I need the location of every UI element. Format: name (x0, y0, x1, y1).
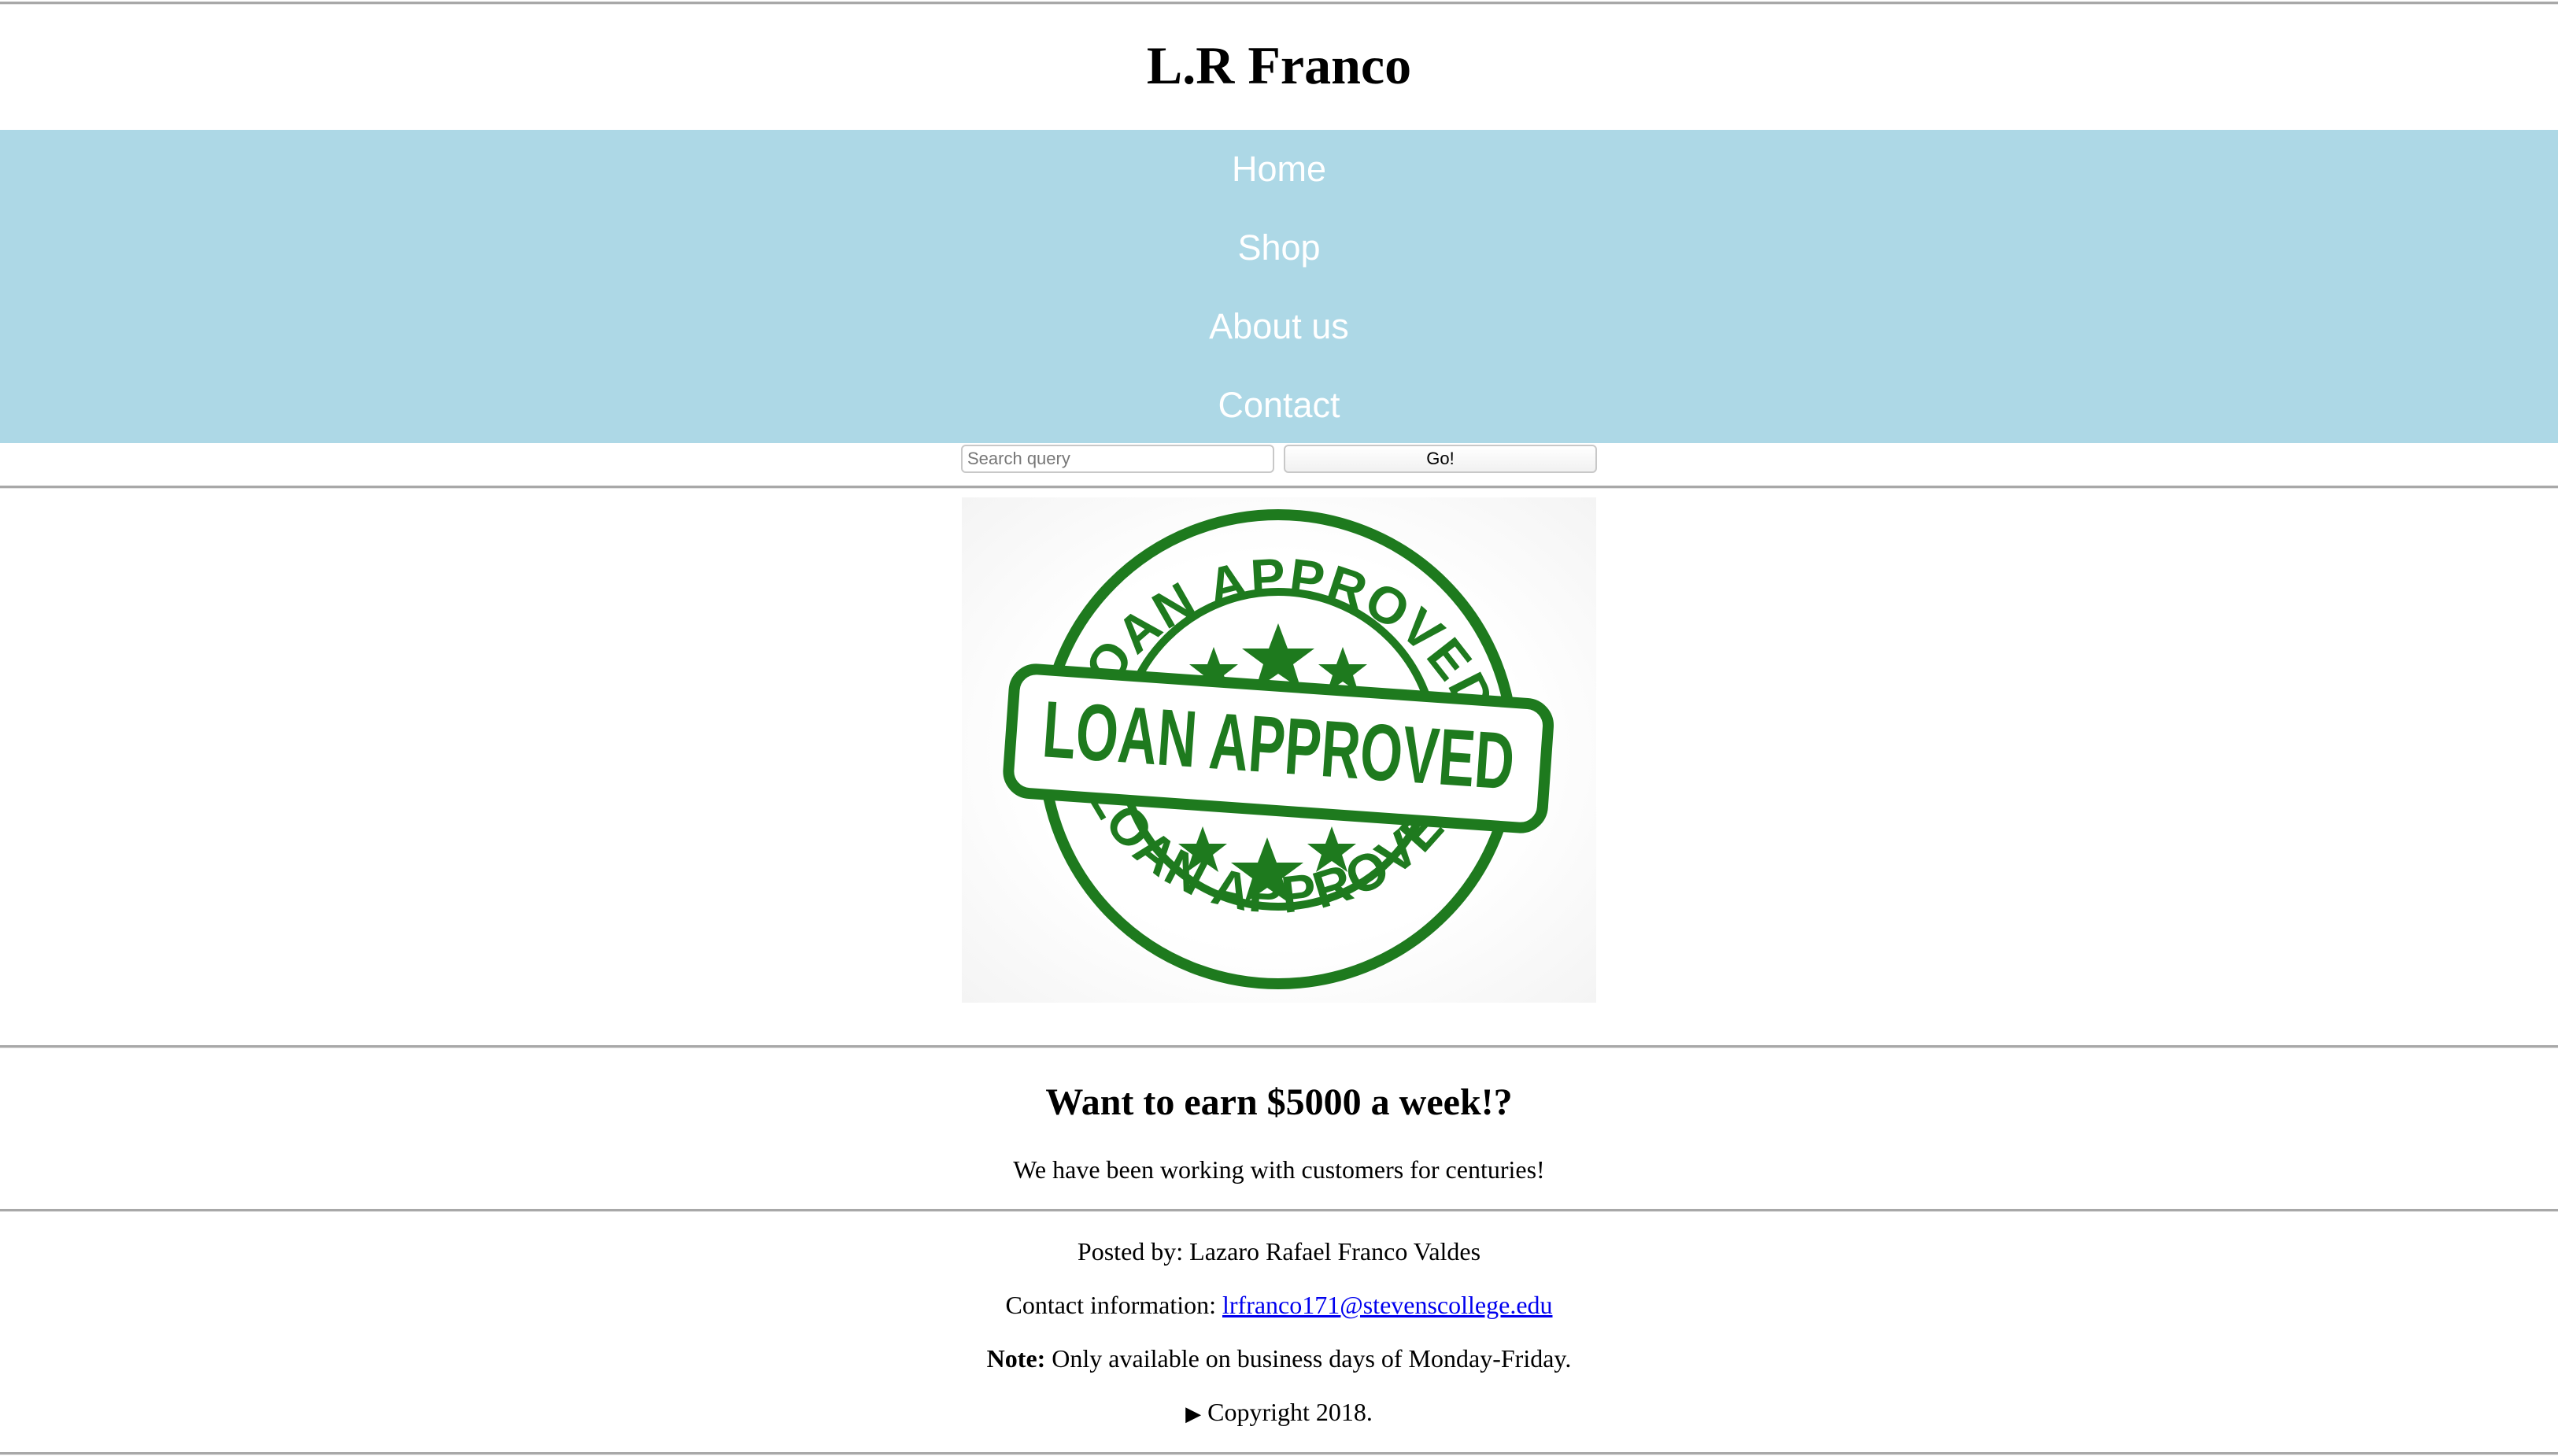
loan-approved-stamp-image: LOAN APPROVED LOAN APPROVED LOAN APPROVE… (962, 497, 1596, 1003)
bottom-divider (0, 1452, 2558, 1455)
search-go-button[interactable]: Go! (1284, 445, 1597, 473)
main-nav: Home Shop About us Contact (0, 130, 2558, 443)
nav-item-shop: Shop (0, 209, 2558, 287)
nav-link-home[interactable]: Home (1232, 146, 1326, 193)
page: L.R Franco Home Shop About us Contact Go… (0, 0, 2558, 1456)
site-title: L.R Franco (1146, 35, 1412, 95)
promo-headline: Want to earn $5000 a week!? (1045, 1081, 1513, 1123)
nav-link-shop[interactable]: Shop (1237, 224, 1320, 272)
divider-above-footer (0, 1209, 2558, 1212)
promo-subtext: We have been working with customers for … (1013, 1155, 1545, 1184)
note-text: Only available on business days of Monda… (1045, 1344, 1572, 1373)
search-form: Go! (0, 445, 2558, 473)
note-line: Note: Only available on business days of… (0, 1340, 2558, 1377)
contact-info-line: Contact information: lrfranco171@stevens… (0, 1286, 2558, 1324)
contact-label: Contact information: (1005, 1291, 1222, 1319)
top-divider (0, 2, 2558, 5)
note-label: Note: (986, 1344, 1046, 1373)
search-input[interactable] (961, 445, 1274, 473)
divider-below-search (0, 486, 2558, 489)
nav-item-contact: Contact (0, 366, 2558, 445)
copyright-text: Copyright 2018. (1201, 1398, 1373, 1426)
divider-below-image (0, 1045, 2558, 1048)
nav-link-about-us[interactable]: About us (1209, 303, 1349, 350)
contact-email-link[interactable]: lrfranco171@stevenscollege.edu (1222, 1291, 1553, 1319)
nav-item-home: Home (0, 130, 2558, 209)
nav-link-contact[interactable]: Contact (1218, 382, 1340, 429)
disclosure-triangle-icon[interactable]: ▶ (1185, 1402, 1201, 1426)
posted-by-text: Posted by: Lazaro Rafael Franco Valdes (1077, 1237, 1481, 1266)
stamp-graphic: LOAN APPROVED LOAN APPROVED LOAN APPROVE… (1003, 509, 1554, 989)
nav-item-about: About us (0, 287, 2558, 366)
copyright-details[interactable]: ▶ Copyright 2018. (0, 1393, 2558, 1433)
